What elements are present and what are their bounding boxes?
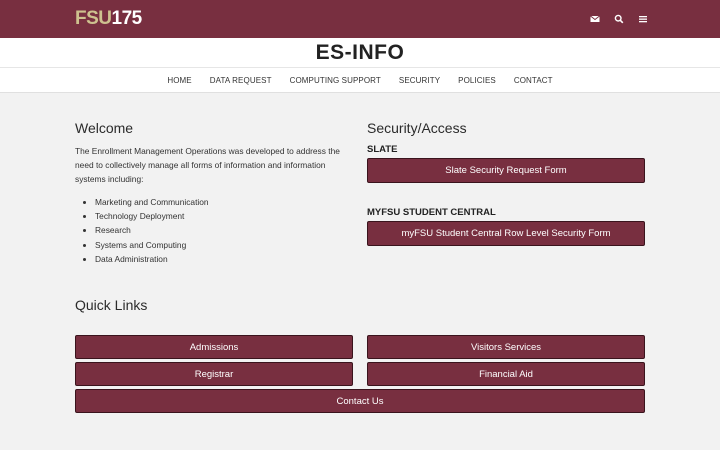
security-access-section: Security/Access SLATE Slate Security Req…	[367, 120, 645, 246]
list-item: Data Administration	[95, 252, 345, 266]
search-icon[interactable]	[614, 12, 624, 24]
visitors-services-button[interactable]: Visitors Services	[367, 335, 645, 359]
main-nav: HOME DATA REQUEST COMPUTING SUPPORT SECU…	[0, 68, 720, 93]
site-title-bar: ES-INFO	[0, 38, 720, 68]
quick-links-heading: Quick Links	[75, 297, 148, 313]
welcome-list: Marketing and Communication Technology D…	[75, 195, 345, 266]
myfsu-row-level-security-button[interactable]: myFSU Student Central Row Level Security…	[367, 221, 645, 246]
slate-label: SLATE	[367, 144, 398, 155]
logo-175-text: 175	[111, 8, 143, 29]
admissions-button[interactable]: Admissions	[75, 335, 353, 359]
security-heading: Security/Access	[367, 120, 467, 136]
welcome-section: Welcome The Enrollment Management Operat…	[75, 120, 345, 266]
menu-icon[interactable]	[638, 12, 648, 24]
list-item: Research	[95, 223, 345, 237]
nav-contact[interactable]: CONTACT	[514, 76, 553, 85]
site-title[interactable]: ES-INFO	[0, 38, 720, 68]
list-item: Systems and Computing	[95, 238, 345, 252]
registrar-button[interactable]: Registrar	[75, 362, 353, 386]
list-item: Technology Deployment	[95, 209, 345, 223]
nav-security[interactable]: SECURITY	[399, 76, 440, 85]
top-icons	[590, 12, 648, 24]
nav-computing-support[interactable]: COMPUTING SUPPORT	[290, 76, 381, 85]
slate-security-request-button[interactable]: Slate Security Request Form	[367, 158, 645, 183]
top-bar: FSU 175	[0, 0, 720, 38]
logo-fsu-text: FSU	[75, 8, 112, 29]
nav-home[interactable]: HOME	[167, 76, 191, 85]
fsu-175-logo[interactable]: FSU 175	[75, 8, 143, 29]
nav-data-request[interactable]: DATA REQUEST	[210, 76, 272, 85]
welcome-intro: The Enrollment Management Operations was…	[75, 146, 340, 185]
list-item: Marketing and Communication	[95, 195, 345, 209]
contact-us-button[interactable]: Contact Us	[75, 389, 645, 413]
myfsu-label: MYFSU STUDENT CENTRAL	[367, 207, 496, 218]
financial-aid-button[interactable]: Financial Aid	[367, 362, 645, 386]
mail-icon[interactable]	[590, 12, 600, 24]
nav-policies[interactable]: POLICIES	[458, 76, 496, 85]
welcome-heading: Welcome	[75, 120, 134, 136]
